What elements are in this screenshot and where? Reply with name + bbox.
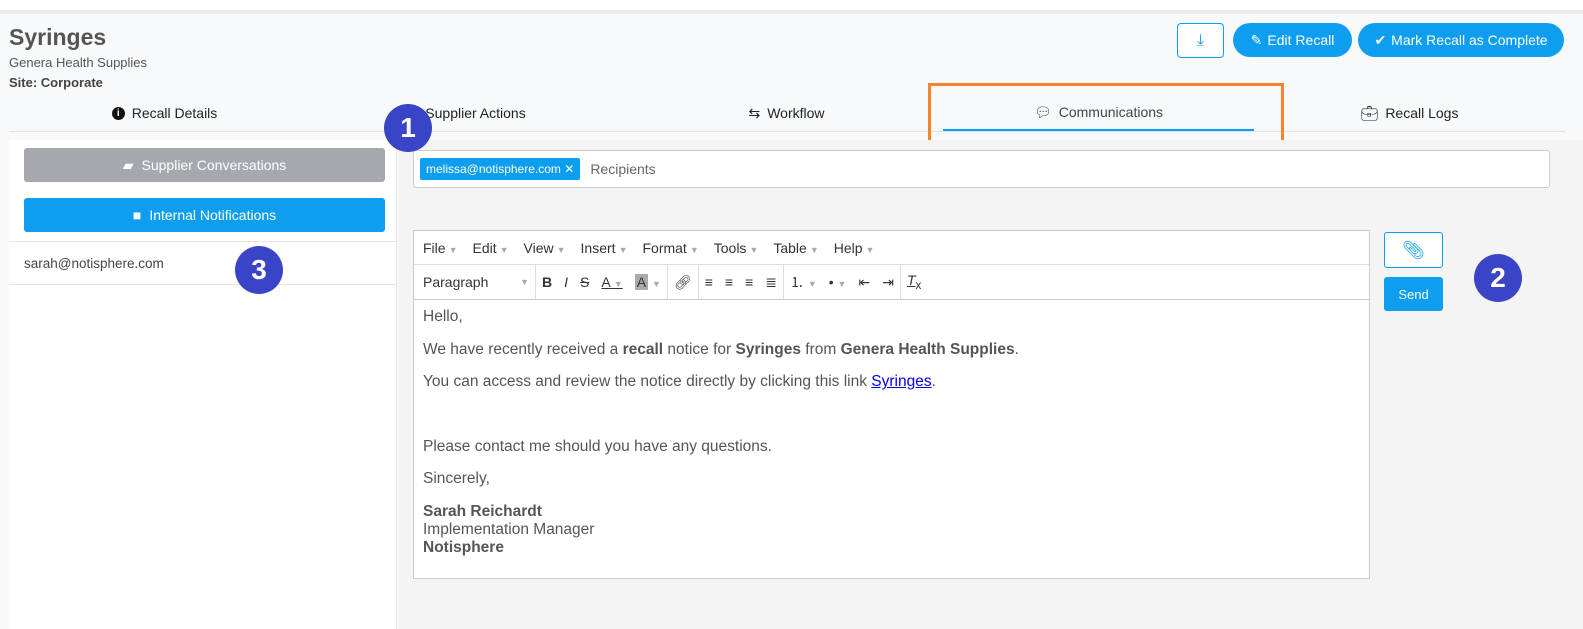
recipients-field[interactable]: melissa@notisphere.com ✕ Recipients — [413, 150, 1550, 188]
edit-recall-button[interactable]: ✎ Edit Recall — [1233, 23, 1352, 57]
page-title: Syringes — [9, 24, 107, 50]
align-right-icon[interactable]: ≡ — [745, 274, 753, 290]
align-center-icon[interactable]: ≡ — [725, 274, 733, 290]
menu-edit[interactable]: Edit ▼ — [472, 240, 508, 256]
outdent-icon[interactable]: ⇤ — [858, 274, 870, 291]
sidebar: ▰ Supplier Conversations ■ Internal Notifi… — [9, 140, 397, 629]
site-label: Site: Corporate — [9, 75, 103, 90]
send-button[interactable]: Send — [1384, 277, 1443, 311]
tab-bar: i Recall Details Supplier Actions ⇆ Workfl… — [9, 95, 1565, 132]
tab-recall-logs[interactable]: 💼︎ Recall Logs — [1254, 95, 1565, 131]
mark-complete-button[interactable]: ✔ Mark Recall as Complete — [1358, 23, 1564, 57]
bold-icon[interactable]: B — [542, 274, 552, 290]
notification-icon: ■ — [132, 207, 142, 223]
supplier-name: Genera Health Supplies — [9, 55, 148, 70]
conversation-item[interactable]: sarah@notisphere.com — [9, 241, 396, 285]
download-icon: ⤓ — [1196, 31, 1205, 49]
menu-file[interactable]: File ▼ — [423, 240, 457, 256]
top-strip — [0, 0, 1583, 14]
text-color-icon[interactable]: A ▼ — [601, 274, 622, 290]
edit-icon: ✎ — [1250, 31, 1263, 48]
tab-recall-details[interactable]: i Recall Details — [9, 95, 320, 131]
close-icon[interactable]: ✕ — [564, 162, 574, 176]
download-button[interactable]: ⤓ — [1177, 23, 1224, 58]
briefcase-icon: 💼︎ — [1360, 104, 1379, 121]
menu-tools[interactable]: Tools ▼ — [714, 240, 759, 256]
editor-toolbar: Paragraph ▼ BIS A ▼ A ▼ 🔗︎ ≡ ≡ ≡ ≣ ⒈ ▼ • ▼ ⇤ ⇥ … — [414, 265, 1369, 300]
workflow-icon: ⇆ — [748, 104, 761, 121]
info-icon: i — [111, 106, 125, 120]
clear-format-icon[interactable]: Tx — [907, 272, 921, 292]
attach-button[interactable]: 📎︎ — [1384, 232, 1443, 268]
numbered-list-icon[interactable]: ⒈ ▼ — [790, 272, 817, 292]
link-icon[interactable]: 🔗︎ — [674, 274, 692, 291]
comments-icon: ▰ — [122, 156, 134, 173]
step-badge-1: 1 — [384, 104, 432, 152]
strikethrough-icon[interactable]: S — [580, 274, 589, 290]
supplier-conversations-button[interactable]: ▰ Supplier Conversations — [24, 148, 385, 182]
internal-notifications-button[interactable]: ■ Internal Notifications — [24, 198, 385, 232]
recipient-chip[interactable]: melissa@notisphere.com ✕ — [420, 158, 581, 180]
check-icon: ✔ — [1374, 31, 1387, 48]
menu-insert[interactable]: Insert ▼ — [581, 240, 628, 256]
recipients-placeholder[interactable]: Recipients — [590, 161, 655, 177]
block-format-select[interactable]: Paragraph ▼ — [414, 265, 536, 299]
syringes-link[interactable]: Syringes — [871, 373, 931, 390]
editor-body[interactable]: Hello, We have recently received a recal… — [414, 300, 1369, 564]
tab-workflow[interactable]: ⇆ Workflow — [631, 95, 942, 131]
step-badge-2: 2 — [1474, 254, 1522, 302]
rich-text-editor: File ▼ Edit ▼ View ▼ Insert ▼ Format ▼ Tools ▼… — [413, 230, 1370, 579]
paperclip-icon: 📎︎ — [1402, 239, 1425, 260]
step-badge-3: 3 — [235, 246, 283, 294]
editor-menubar: File ▼ Edit ▼ View ▼ Insert ▼ Format ▼ Tools ▼… — [414, 231, 1369, 265]
tab-supplier-actions[interactable]: Supplier Actions — [320, 95, 631, 131]
bullet-list-icon[interactable]: • ▼ — [829, 274, 847, 290]
menu-help[interactable]: Help ▼ — [834, 240, 875, 256]
indent-icon[interactable]: ⇥ — [882, 274, 894, 291]
highlight-color-icon[interactable]: A ▼ — [634, 274, 661, 290]
menu-table[interactable]: Table ▼ — [773, 240, 818, 256]
italic-icon[interactable]: I — [564, 274, 568, 290]
align-left-icon[interactable]: ≡ — [705, 274, 713, 290]
menu-view[interactable]: View ▼ — [524, 240, 566, 256]
menu-format[interactable]: Format ▼ — [642, 240, 698, 256]
justify-icon[interactable]: ≣ — [765, 274, 777, 291]
